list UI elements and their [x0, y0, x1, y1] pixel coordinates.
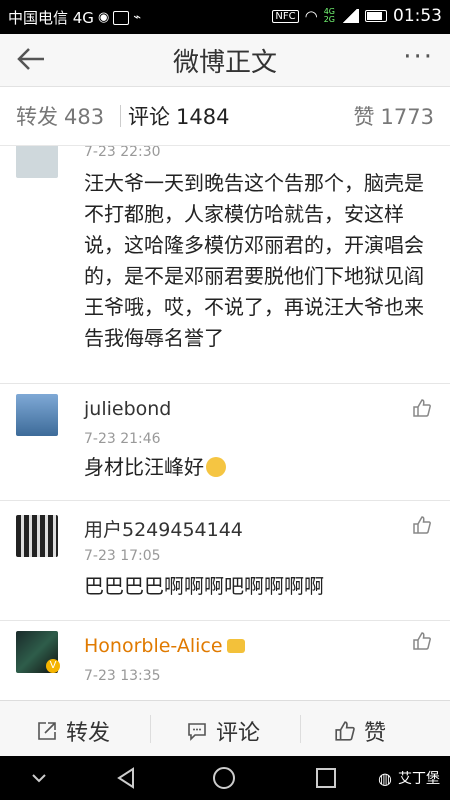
- tab-comment-count: 1484: [176, 105, 230, 129]
- chevron-down-icon[interactable]: [30, 766, 48, 790]
- action-divider: [150, 715, 151, 743]
- tab-bar: 转发 483 评论 1484 赞 1773: [0, 87, 450, 146]
- avatar[interactable]: [16, 146, 58, 178]
- username-text: Honorble-Alice: [84, 635, 223, 657]
- usb-icon: ⌁: [133, 10, 142, 25]
- thumbs-up-icon[interactable]: [412, 515, 432, 535]
- comment-list[interactable]: 7-23 22:30 汪大爷一天到晚告这个告那个，脑壳是不打都胞，人家模仿哈就告…: [0, 146, 450, 700]
- repost-icon: [38, 722, 56, 740]
- repost-label: 转发: [66, 721, 111, 746]
- tab-like[interactable]: 赞 1773: [354, 101, 434, 131]
- like-label: 赞: [364, 721, 387, 746]
- comment-time: 7-23 13:35: [84, 668, 161, 684]
- action-bar: 转发 评论 赞: [0, 700, 450, 757]
- tab-comment[interactable]: 评论 1484: [128, 101, 229, 131]
- thumbs-up-icon[interactable]: [412, 398, 432, 418]
- comment-item[interactable]: 用户5249454144 7-23 17:05 巴巴巴巴啊啊啊吧啊啊啊啊: [0, 501, 450, 621]
- watermark: ◍ 艾丁堡: [378, 768, 440, 788]
- wifi-icon: ◠: [304, 7, 318, 25]
- page-title: 微博正文: [172, 48, 277, 78]
- nav-bar: ◍ 艾丁堡: [0, 756, 450, 800]
- tab-like-count: 1773: [380, 105, 434, 129]
- battery-icon: [365, 10, 387, 22]
- thumbs-up-icon: [335, 721, 355, 741]
- comment-button[interactable]: 评论: [186, 715, 260, 747]
- tab-repost-count: 483: [64, 105, 105, 129]
- like-button[interactable]: 赞: [334, 715, 386, 747]
- status-left: 中国电信 4G ◉ ⌁: [8, 7, 141, 28]
- avatar[interactable]: [16, 394, 58, 436]
- comment-text: 身材比汪峰好: [84, 452, 426, 483]
- comment-item[interactable]: 7-23 22:30 汪大爷一天到晚告这个告那个，脑壳是不打都胞，人家模仿哈就告…: [0, 146, 450, 384]
- tab-like-label: 赞: [353, 105, 375, 129]
- comment-time: 7-23 21:46: [84, 431, 161, 447]
- verified-badge-icon: V: [46, 659, 60, 673]
- username[interactable]: juliebond: [84, 398, 171, 420]
- laughing-emoji-icon: [206, 457, 226, 477]
- comment-text: 汪大爷一天到晚告这个告那个，脑壳是不打都胞，人家模仿哈就告，安这样说，这哈隆多模…: [84, 171, 424, 350]
- username[interactable]: Honorble-Alice: [84, 635, 245, 657]
- comment-time: 7-23 22:30: [84, 146, 161, 160]
- comment-item[interactable]: juliebond 7-23 21:46 身材比汪峰好: [0, 384, 450, 501]
- tab-divider: [120, 105, 121, 127]
- image-icon: [113, 10, 130, 25]
- comment-label: 评论: [216, 721, 261, 746]
- more-dots-icon[interactable]: ···: [403, 42, 434, 72]
- network-type: 4G 2G: [323, 7, 335, 24]
- clock: 01:53: [393, 6, 442, 26]
- nfc-icon: NFC: [272, 9, 299, 23]
- wechat-logo-icon: ◍: [378, 768, 392, 788]
- action-divider: [300, 715, 301, 743]
- signal-icon: [341, 9, 359, 23]
- comment-item[interactable]: V Honorble-Alice 7-23 13:35: [0, 621, 450, 700]
- avatar[interactable]: [16, 515, 58, 557]
- comment-text-content: 身材比汪峰好: [84, 455, 204, 479]
- watermark-text: 艾丁堡: [398, 771, 440, 787]
- wechat-icon: ◉: [97, 10, 110, 25]
- crown-icon: [226, 639, 245, 653]
- carrier-label: 中国电信 4G: [8, 9, 94, 27]
- tab-repost-label: 转发: [16, 105, 58, 129]
- tab-comment-label: 评论: [128, 105, 170, 129]
- comment-time: 7-23 17:05: [84, 548, 161, 564]
- tab-repost[interactable]: 转发 483: [16, 101, 104, 131]
- title-bar: 微博正文 ···: [0, 34, 450, 87]
- back-triangle-icon[interactable]: [114, 766, 138, 790]
- thumbs-up-icon[interactable]: [412, 631, 432, 651]
- repost-button[interactable]: 转发: [36, 715, 110, 747]
- home-circle-icon[interactable]: [212, 766, 236, 790]
- status-bar: 中国电信 4G ◉ ⌁ NFC ◠ 4G 2G 01:53: [0, 0, 450, 34]
- username[interactable]: 用户5249454144: [84, 515, 243, 542]
- status-right: NFC ◠ 4G 2G 01:53: [272, 6, 442, 26]
- recents-square-icon[interactable]: [314, 766, 338, 790]
- comment-text: 巴巴巴巴啊啊啊吧啊啊啊啊: [84, 574, 324, 598]
- comment-icon: [188, 723, 206, 741]
